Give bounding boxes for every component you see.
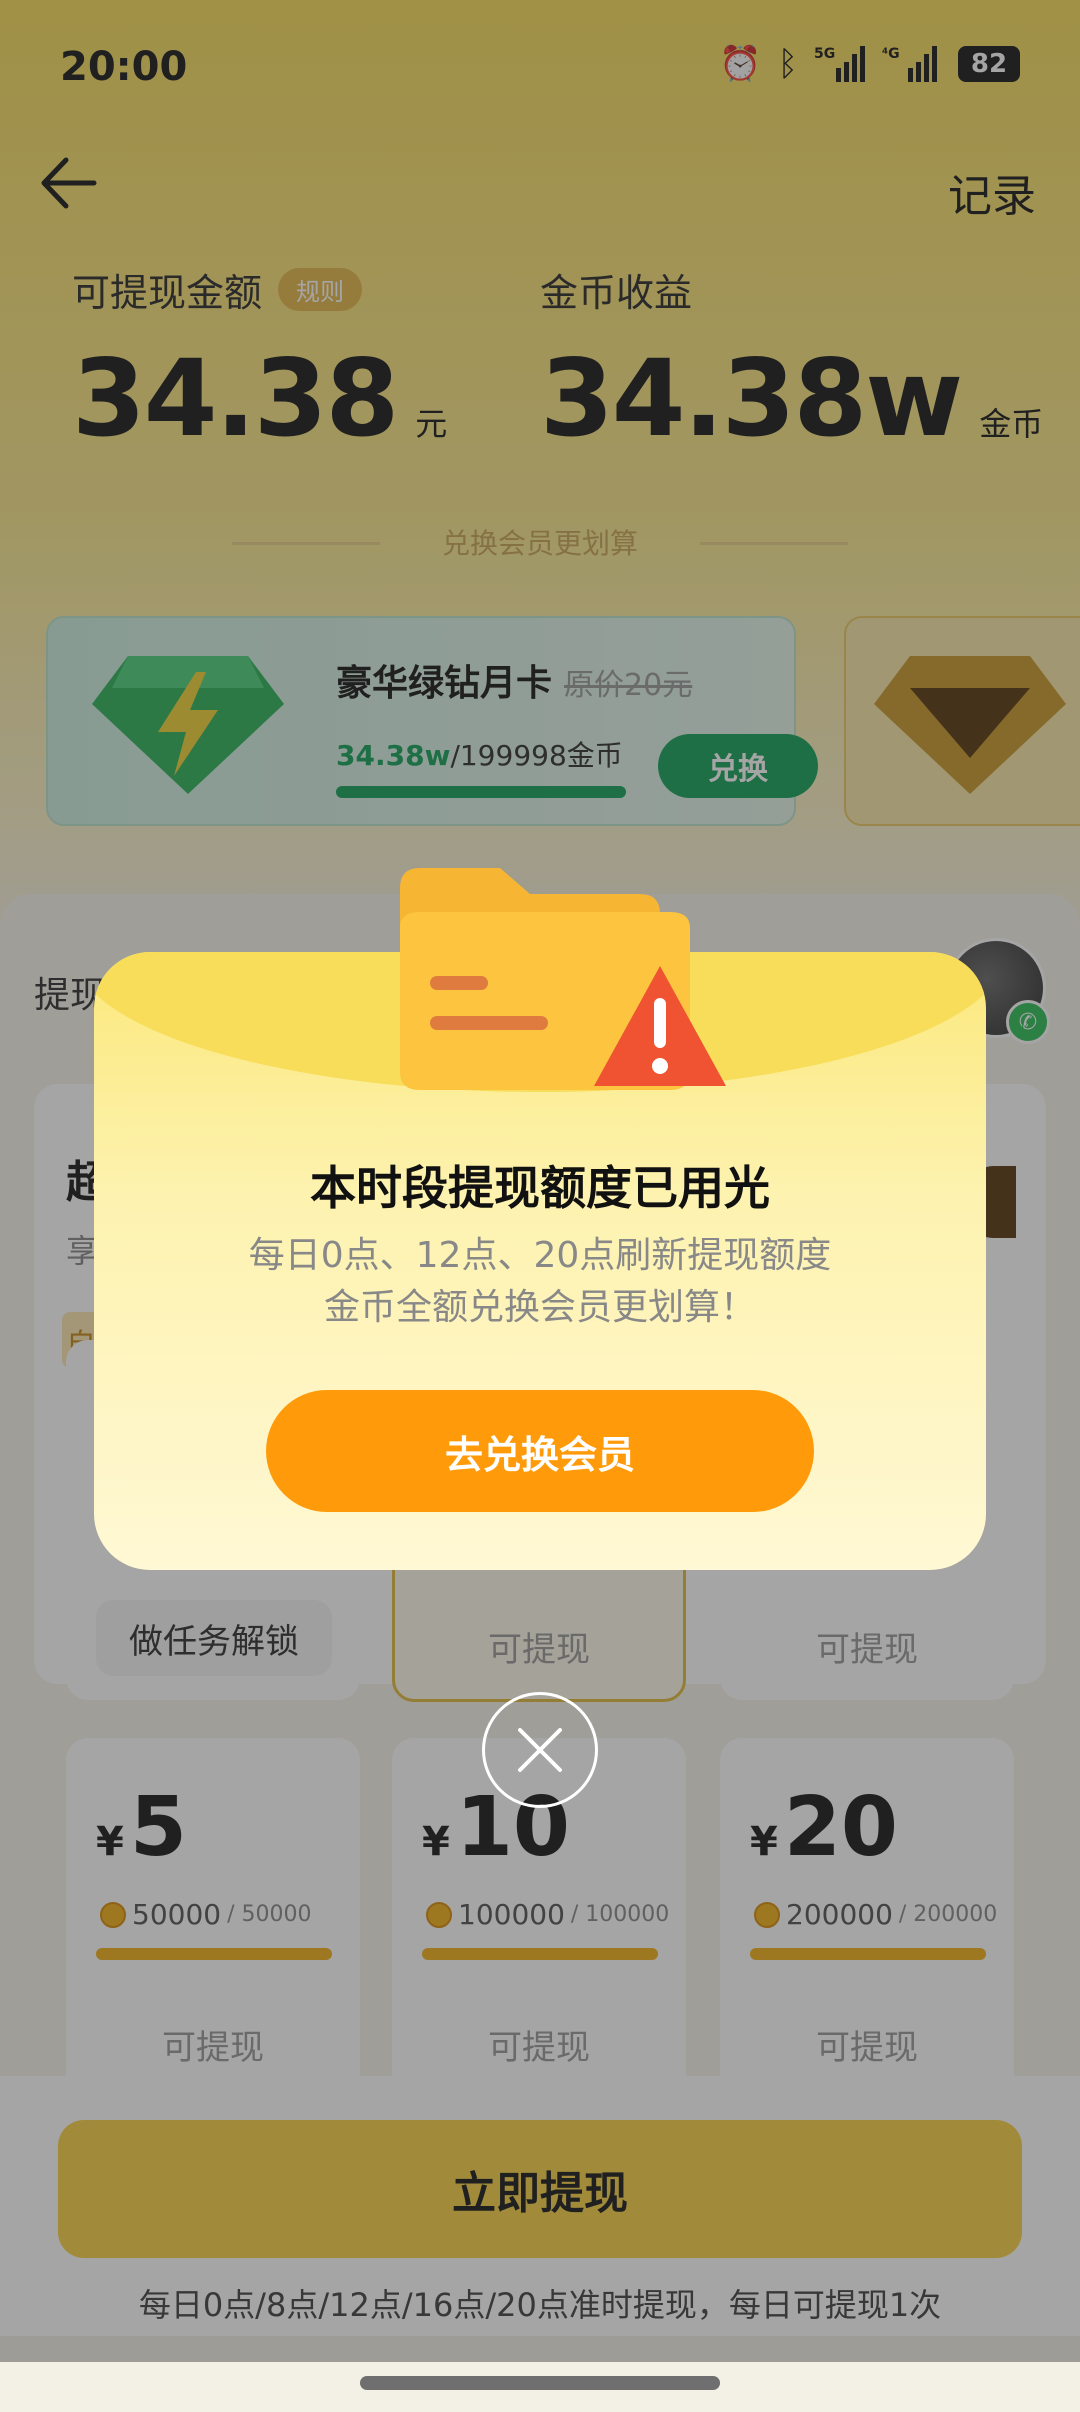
folder-warning-icon	[400, 868, 726, 1090]
modal-description: 每日0点、12点、20点刷新提现额度 金币全额兑换会员更划算！	[94, 1230, 986, 1334]
home-indicator[interactable]	[360, 2376, 720, 2390]
close-icon	[518, 1728, 562, 1772]
go-exchange-vip-button[interactable]: 去兑换会员	[266, 1390, 814, 1512]
modal-desc-line-2: 金币全额兑换会员更划算！	[323, 1287, 756, 1328]
modal-title: 本时段提现额度已用光	[310, 1161, 770, 1215]
close-button[interactable]	[482, 1692, 598, 1808]
modal-desc-line-1: 每日0点、12点、20点刷新提现额度	[248, 1235, 832, 1276]
